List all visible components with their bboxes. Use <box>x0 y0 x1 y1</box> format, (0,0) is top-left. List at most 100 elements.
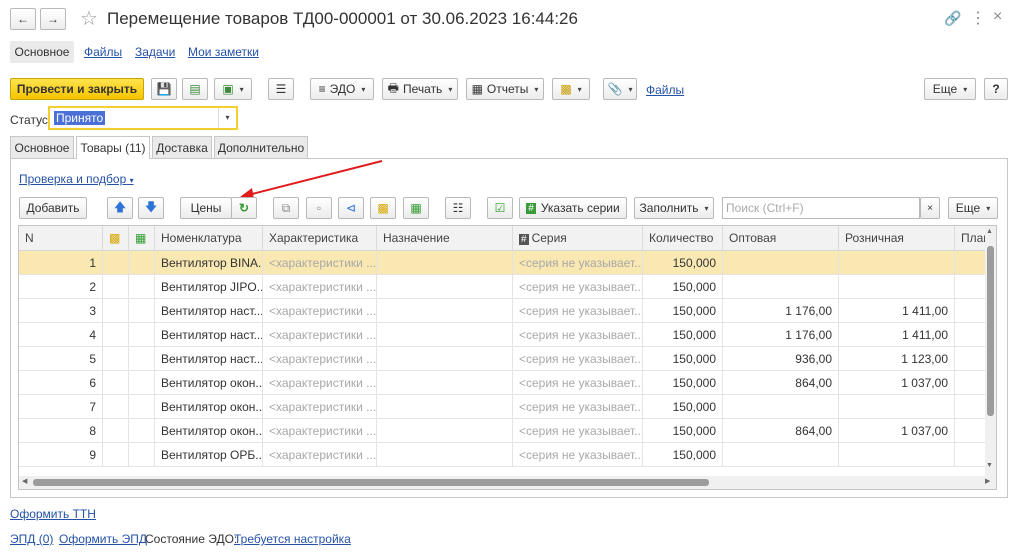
cell-empty[interactable] <box>129 371 155 395</box>
more-button[interactable]: Еще ▾ <box>924 78 976 100</box>
cell-series[interactable]: <серия не указывает... <box>513 347 643 371</box>
cell-empty[interactable] <box>129 395 155 419</box>
cell-series[interactable]: <серия не указывает... <box>513 395 643 419</box>
table-row[interactable]: 9 Вентилятор ОРБ... <характеристики ... <се… <box>19 443 985 467</box>
cell-wholesale[interactable] <box>723 275 839 299</box>
edo-count-link[interactable]: ЭПД (0) <box>10 532 53 546</box>
move-down-icon[interactable]: 🡇 <box>138 197 164 219</box>
cell-wholesale[interactable] <box>723 443 839 467</box>
cell-n[interactable]: 6 <box>19 371 103 395</box>
fill-button[interactable]: Заполнить ▾ <box>634 197 714 219</box>
share-icon[interactable]: ⊲ <box>338 197 364 219</box>
cell-char[interactable]: <характеристики ... <box>263 419 377 443</box>
cell-series[interactable]: <серия не указывает... <box>513 275 643 299</box>
table-row[interactable]: 3 Вентилятор наст... <характеристики ... <с… <box>19 299 985 323</box>
cell-qty[interactable]: 150,000 <box>643 251 723 275</box>
prices-button[interactable]: Цены <box>180 197 232 219</box>
cell-char[interactable]: <характеристики ... <box>263 251 377 275</box>
tab-goods[interactable]: Товары (11) <box>76 136 150 159</box>
cell-char[interactable]: <характеристики ... <box>263 323 377 347</box>
cell-retail[interactable]: 1 037,00 <box>839 371 955 395</box>
copy-icon[interactable]: ⧉ <box>273 197 299 219</box>
cell-item[interactable]: Вентилятор наст... <box>155 323 263 347</box>
cell-retail[interactable]: 1 123,00 <box>839 347 955 371</box>
close-icon[interactable]: × <box>993 8 1002 26</box>
cell-empty[interactable] <box>103 443 129 467</box>
paste-icon[interactable]: ▫ <box>306 197 332 219</box>
chevron-down-icon[interactable]: ▾ <box>218 108 236 128</box>
cell-empty[interactable] <box>129 251 155 275</box>
cell-empty[interactable] <box>129 419 155 443</box>
cell-qty[interactable]: 150,000 <box>643 419 723 443</box>
cell-empty[interactable] <box>377 275 513 299</box>
cell-char[interactable]: <характеристики ... <box>263 275 377 299</box>
add-button[interactable]: Добавить <box>19 197 87 219</box>
folder-icon[interactable]: ▩ <box>370 197 396 219</box>
col-series[interactable]: # Серия <box>513 226 643 251</box>
cell-wholesale[interactable]: 864,00 <box>723 371 839 395</box>
cell-qty[interactable]: 150,000 <box>643 371 723 395</box>
cell-wholesale[interactable]: 1 176,00 <box>723 299 839 323</box>
cell-n[interactable]: 9 <box>19 443 103 467</box>
refresh-icon[interactable]: ↻ <box>231 197 257 219</box>
cell-qty[interactable]: 150,000 <box>643 347 723 371</box>
cell-item[interactable]: Вентилятор наст... <box>155 347 263 371</box>
cell-retail[interactable] <box>839 395 955 419</box>
cell-empty[interactable] <box>103 323 129 347</box>
cell-n[interactable]: 5 <box>19 347 103 371</box>
cell-empty[interactable] <box>103 275 129 299</box>
cell-empty[interactable] <box>103 419 129 443</box>
check-and-select-link[interactable]: Проверка и подбор ▾ <box>19 172 134 186</box>
cell-empty[interactable] <box>377 395 513 419</box>
cell-item[interactable]: Вентилятор ОРБ... <box>155 443 263 467</box>
col-wholesale[interactable]: Оптовая <box>723 226 839 251</box>
link-icon[interactable]: 🔗 <box>944 10 961 27</box>
barcode-icon[interactable]: ☷ <box>445 197 471 219</box>
cell-retail[interactable] <box>839 251 955 275</box>
cell-empty[interactable] <box>377 299 513 323</box>
cell-empty[interactable] <box>377 323 513 347</box>
horizontal-scrollbar[interactable]: ◀ ▶ <box>19 476 996 489</box>
cell-item[interactable]: Вентилятор BINA... <box>155 251 263 275</box>
nav-tasks[interactable]: Задачи <box>135 45 175 59</box>
table-row[interactable]: 7 Вентилятор окон... <характеристики ... <с… <box>19 395 985 419</box>
cell-empty[interactable] <box>103 371 129 395</box>
cell-empty[interactable] <box>129 323 155 347</box>
cell-empty[interactable] <box>129 443 155 467</box>
cell-n[interactable]: 7 <box>19 395 103 419</box>
cell-item[interactable]: Вентилятор окон... <box>155 371 263 395</box>
col-item[interactable]: Номенклатура <box>155 226 263 251</box>
cell-series[interactable]: <серия не указывает... <box>513 323 643 347</box>
table-row[interactable]: 2 Вентилятор JIPO... <характеристики ... <с… <box>19 275 985 299</box>
table-row[interactable]: 4 Вентилятор наст... <характеристики ... <с… <box>19 323 985 347</box>
cell-empty[interactable] <box>103 251 129 275</box>
tab-delivery[interactable]: Доставка <box>152 136 212 158</box>
cell-empty[interactable] <box>377 371 513 395</box>
cell-series[interactable]: <серия не указывает... <box>513 251 643 275</box>
forward-button[interactable]: → <box>40 8 66 30</box>
cell-n[interactable]: 4 <box>19 323 103 347</box>
cell-char[interactable]: <характеристики ... <box>263 347 377 371</box>
table-row[interactable]: 6 Вентилятор окон... <характеристики ... <с… <box>19 371 985 395</box>
cell-qty[interactable]: 150,000 <box>643 395 723 419</box>
cell-retail[interactable]: 1 411,00 <box>839 299 955 323</box>
cell-series[interactable]: <серия не указывает... <box>513 419 643 443</box>
cell-wholesale[interactable] <box>723 395 839 419</box>
back-button[interactable]: ← <box>10 8 36 30</box>
col-characteristic[interactable]: Характеристика <box>263 226 377 251</box>
cell-empty[interactable] <box>103 395 129 419</box>
nav-main[interactable]: Основное <box>10 41 74 63</box>
cell-n[interactable]: 8 <box>19 419 103 443</box>
cell-item[interactable]: Вентилятор окон... <box>155 395 263 419</box>
col-purpose[interactable]: Назначение <box>377 226 513 251</box>
favorite-star-icon[interactable]: ☆ <box>80 6 98 31</box>
table-row[interactable]: 5 Вентилятор наст... <характеристики ... <с… <box>19 347 985 371</box>
clear-search-button[interactable]: × <box>920 197 940 219</box>
col-n[interactable]: N <box>19 226 103 251</box>
cell-empty[interactable] <box>377 251 513 275</box>
edo-state-link[interactable]: Требуется настройка <box>234 532 351 546</box>
table-row[interactable]: 8 Вентилятор окон... <характеристики ... <с… <box>19 419 985 443</box>
cell-item[interactable]: Вентилятор окон... <box>155 419 263 443</box>
cell-series[interactable]: <серия не указывает... <box>513 371 643 395</box>
more-icon[interactable]: ⋮ <box>970 8 986 28</box>
